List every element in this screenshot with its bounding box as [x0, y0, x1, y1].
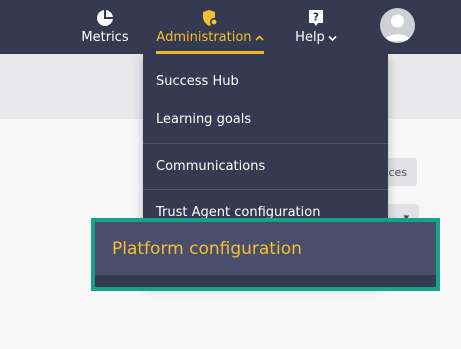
svg-text:?: ?	[313, 11, 319, 24]
nav-help[interactable]: ? Help	[291, 0, 341, 54]
user-avatar-icon[interactable]	[380, 8, 415, 43]
background-button-label: ces	[388, 165, 407, 179]
nav-administration[interactable]: Administration	[156, 0, 264, 54]
menu-item-success-hub[interactable]: Success Hub	[156, 74, 239, 89]
highlighted-menu-item-frame: Platform configuration	[91, 218, 440, 291]
menu-divider	[143, 189, 388, 190]
shield-gear-icon	[201, 9, 219, 27]
menu-item-platform-configuration[interactable]: Platform configuration	[95, 222, 436, 275]
chevron-down-icon	[328, 30, 337, 45]
nav-administration-label: Administration	[156, 30, 252, 45]
menu-divider	[143, 143, 388, 144]
menu-item-communications[interactable]: Communications	[156, 159, 265, 174]
nav-metrics-label: Metrics	[81, 30, 129, 45]
menu-item-platform-configuration-label: Platform configuration	[112, 239, 302, 259]
question-box-icon: ?	[307, 9, 325, 27]
chevron-up-icon	[254, 30, 264, 45]
nav-metrics[interactable]: Metrics	[81, 0, 129, 54]
menu-bottom-edge	[95, 275, 436, 287]
top-navigation-bar: Metrics Administration ? Help	[0, 0, 461, 54]
pie-chart-icon	[96, 9, 114, 27]
nav-help-label: Help	[295, 30, 325, 45]
menu-item-learning-goals[interactable]: Learning goals	[156, 112, 251, 127]
